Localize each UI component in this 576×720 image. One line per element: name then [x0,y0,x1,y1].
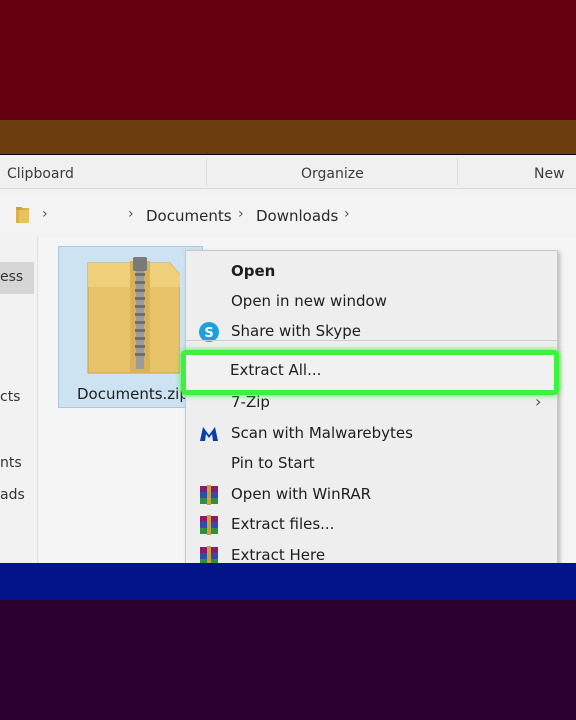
menu-item-share-skype[interactable]: S Share with Skype [186,316,557,346]
menu-label-extract-files: Extract files... [231,515,335,533]
chevron-right-icon[interactable]: › [344,206,350,222]
menu-label-extract-all: Extract All... [230,361,322,379]
context-menu: Open Open in new window S Share with Sky… [185,250,558,563]
nav-item[interactable]: cts [0,389,20,405]
winrar-icon [200,485,218,505]
breadcrumb-documents[interactable]: Documents [146,207,232,225]
nav-item[interactable]: nts [0,455,22,471]
breadcrumb-downloads[interactable]: Downloads [256,207,338,225]
winrar-icon [200,546,218,563]
ribbon-group-labels: Clipboard Organize New [0,155,576,189]
chevron-right-icon[interactable]: › [42,206,48,222]
chevron-right-icon[interactable]: › [238,206,244,222]
menu-label-open-new-window: Open in new window [231,292,387,310]
menu-item-scan-malwarebytes[interactable]: Scan with Malwarebytes [186,418,557,448]
svg-text:S: S [204,326,213,341]
ribbon-group-organize: Organize [301,166,364,182]
menu-item-open[interactable]: Open [186,256,557,286]
menu-label-pin-start: Pin to Start [231,454,315,472]
file-name-label[interactable]: Documents.zip [77,385,189,403]
brown-color-band [0,120,576,154]
top-color-band [0,0,576,120]
menu-item-extract-files[interactable]: Extract files... [186,509,557,539]
menu-item-open-new-window[interactable]: Open in new window [186,286,557,316]
nav-item[interactable]: ads [0,487,25,503]
menu-item-pin-start[interactable]: Pin to Start [186,448,557,478]
navigation-pane: ess cts nts ads [0,237,38,563]
winrar-icon [200,515,218,535]
ribbon-group-clipboard: Clipboard [7,166,74,182]
ribbon-group-new: New [534,166,565,182]
file-explorer-window: Clipboard Organize New › › Documents › D… [0,155,576,563]
malwarebytes-icon [200,427,218,441]
menu-item-extract-all[interactable]: Extract All... [181,350,559,395]
menu-label-7zip: 7-Zip [231,393,270,411]
ribbon-separator [457,159,458,185]
nav-item[interactable]: ess [0,269,23,285]
menu-label-share-skype: Share with Skype [231,322,361,340]
bottom-color-band [0,600,576,720]
folder-icon [16,207,29,223]
blue-color-band [0,563,576,600]
address-bar[interactable]: › › Documents › Downloads › [0,197,576,233]
menu-item-open-winrar[interactable]: Open with WinRAR [186,479,557,509]
chevron-right-icon[interactable]: › [128,206,134,222]
ribbon-separator [206,159,207,185]
menu-separator [186,340,557,341]
menu-item-extract-here[interactable]: Extract Here [186,540,557,563]
menu-label-extract-here: Extract Here [231,546,326,563]
menu-label-open-winrar: Open with WinRAR [231,485,372,503]
zip-folder-icon [87,257,180,374]
menu-label-open: Open [231,262,276,280]
menu-label-scan-malwarebytes: Scan with Malwarebytes [231,424,413,442]
